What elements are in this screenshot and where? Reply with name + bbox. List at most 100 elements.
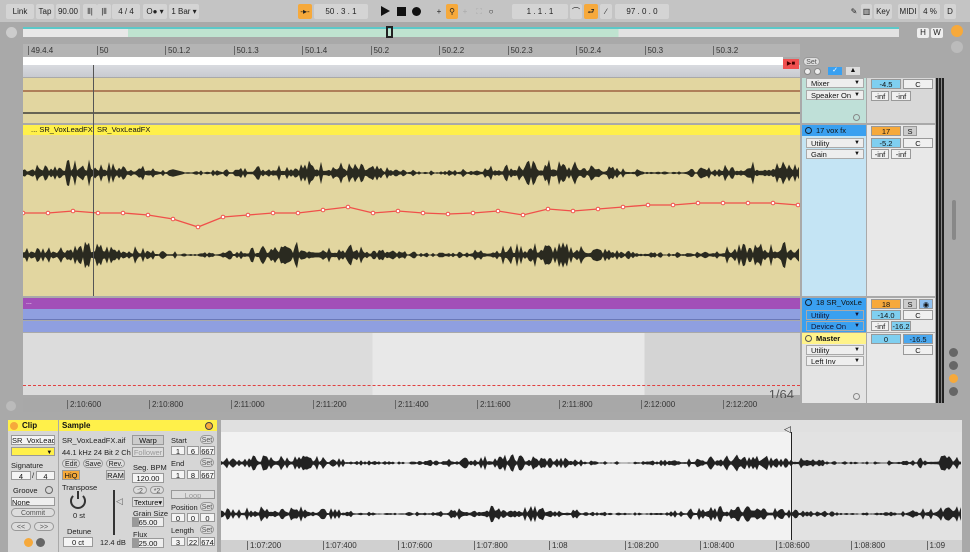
automation-point[interactable] xyxy=(95,210,101,216)
hiq-button[interactable]: HiQ xyxy=(62,470,80,480)
follower-button[interactable]: Follower xyxy=(132,447,164,457)
track-18-pan[interactable]: C xyxy=(903,310,933,320)
automation-point[interactable] xyxy=(370,210,376,216)
track-1-pan[interactable]: C xyxy=(903,79,933,89)
position-bar-field[interactable]: 0 xyxy=(171,513,185,523)
automation-point[interactable] xyxy=(270,210,276,216)
save-button[interactable]: Save xyxy=(83,459,103,468)
time-ruler-toggle-icon[interactable] xyxy=(6,401,16,411)
ram-button[interactable]: RAM xyxy=(106,470,125,480)
automation-point[interactable] xyxy=(745,200,751,206)
quantize-menu[interactable]: 1 Bar ▾ xyxy=(169,4,199,19)
master-cue-volume[interactable]: 0 xyxy=(871,334,901,344)
track-17-solo[interactable]: S xyxy=(903,126,917,136)
link-button[interactable]: Link xyxy=(6,4,34,19)
stop-button[interactable] xyxy=(397,7,406,16)
automation-point[interactable] xyxy=(445,211,451,217)
automation-arm-button[interactable]: ⚲ xyxy=(446,4,458,19)
automation-point[interactable] xyxy=(645,202,651,208)
re-enable-automation-button[interactable]: + xyxy=(460,4,470,19)
track-18-activator[interactable]: 18 xyxy=(871,299,901,309)
beat-time-ruler[interactable]: 49.4.4 50 50.1.2 50.1.3 50.1.4 50.2 50.2.2 50.2… xyxy=(23,44,800,57)
reverse-button[interactable]: Rev. xyxy=(106,459,125,468)
end-beat-field[interactable]: 8 xyxy=(187,470,199,480)
track-18-automation-lane[interactable] xyxy=(23,309,800,320)
flux-field[interactable]: 25.00 xyxy=(132,538,164,548)
track-17-lane[interactable] xyxy=(20,135,801,296)
position-beat-field[interactable]: 0 xyxy=(187,513,199,523)
seg-bpm-field[interactable]: 120.00 xyxy=(132,473,164,483)
start-beat-field[interactable]: 6 xyxy=(187,446,199,456)
half-tempo-button[interactable]: :2 xyxy=(133,486,147,495)
loop-start-field[interactable]: 1 . 1 . 1 xyxy=(512,4,568,19)
launch-toggle-icon[interactable] xyxy=(24,538,33,547)
nudge-up-button[interactable]: |⦀ xyxy=(97,4,111,19)
nudge-back-button[interactable]: << xyxy=(11,522,31,531)
gain-slider-handle-icon[interactable]: ◁ xyxy=(116,496,123,507)
track-1-lane[interactable] xyxy=(23,78,800,123)
automation-line[interactable] xyxy=(23,202,799,228)
record-button[interactable] xyxy=(412,7,421,16)
end-sixteenth-field[interactable]: 667 xyxy=(200,470,215,480)
track-18-title[interactable]: 18 SR_VoxLe xyxy=(816,298,862,308)
loop-length-field[interactable]: 97 . 0 . 0 xyxy=(615,4,669,19)
automation-point[interactable] xyxy=(570,208,576,214)
draw-mode-icon[interactable]: ✎ xyxy=(848,4,860,19)
clip-name-field[interactable]: SR_VoxLeadF xyxy=(11,435,55,445)
clip-header[interactable]: SR_VoxLeadFX xyxy=(93,125,800,135)
position-sixteenth-field[interactable]: 0 xyxy=(200,513,215,523)
start-sixteenth-field[interactable]: 667 xyxy=(200,446,215,456)
track-18-automation-lane-2[interactable] xyxy=(23,321,800,332)
length-sixteenth-field[interactable]: 674 xyxy=(200,537,215,547)
warp-button[interactable]: Warp xyxy=(132,435,164,445)
loop-button[interactable]: Loop xyxy=(171,490,215,500)
midi-map-button[interactable]: MIDI xyxy=(898,4,918,19)
end-bar-field[interactable]: 1 xyxy=(171,470,185,480)
computer-keyboard-icon[interactable]: ▥ xyxy=(861,4,872,19)
punch-in-button[interactable]: ⌒ xyxy=(570,4,582,19)
track-1-volume[interactable]: -4.5 xyxy=(871,79,901,89)
master-pan[interactable]: C xyxy=(903,345,933,355)
automation-point[interactable] xyxy=(245,212,251,218)
clip-view-toggle-icon[interactable] xyxy=(951,41,963,53)
master-param-chooser[interactable]: Left Inv ▼ xyxy=(806,356,864,366)
play-button[interactable] xyxy=(381,6,390,16)
automation-point[interactable] xyxy=(470,210,476,216)
automation-point[interactable] xyxy=(595,206,601,212)
signature-num-field[interactable]: 4 xyxy=(11,471,31,481)
automation-point[interactable] xyxy=(520,212,526,218)
song-position-field[interactable]: 50 . 3 . 1 xyxy=(314,4,368,19)
punch-marker-icon[interactable]: ▶■ xyxy=(783,59,799,69)
edit-button[interactable]: Edit xyxy=(62,459,80,468)
io-toggle-icon[interactable] xyxy=(949,348,958,357)
groove-chooser[interactable]: None xyxy=(11,497,55,507)
clip-color-chooser[interactable]: ▼ xyxy=(11,447,55,456)
overview-toggle-icon[interactable] xyxy=(6,27,17,38)
scrub-area[interactable] xyxy=(23,65,800,77)
length-beat-field[interactable]: 22 xyxy=(187,537,199,547)
track-18-fold-icon[interactable] xyxy=(805,299,812,306)
grain-size-field[interactable]: 65.00 xyxy=(132,517,164,527)
track-17-fold-icon[interactable] xyxy=(805,127,812,134)
lock-icon[interactable]: ▲ xyxy=(846,67,860,75)
automation-point[interactable] xyxy=(720,200,726,206)
signature-den-field[interactable]: 4 xyxy=(36,471,55,481)
length-set-button[interactable]: Set xyxy=(200,525,214,534)
track-17-pan[interactable]: C xyxy=(903,138,933,148)
automation-point[interactable] xyxy=(670,202,676,208)
automation-point[interactable] xyxy=(70,208,76,214)
sample-expand-icon[interactable] xyxy=(205,422,213,430)
prev-locator-icon[interactable] xyxy=(804,68,811,75)
warp-mode-chooser[interactable]: Texture▾ xyxy=(132,497,164,507)
automation-point[interactable] xyxy=(320,207,326,213)
automation-point[interactable] xyxy=(770,200,776,206)
track-17-volume[interactable]: -5.2 xyxy=(871,138,901,148)
master-lane-toggle-icon[interactable] xyxy=(853,393,860,400)
sends-toggle-icon[interactable] xyxy=(949,361,958,370)
automation-point[interactable] xyxy=(45,210,51,216)
optimize-width-button[interactable]: W xyxy=(931,28,943,38)
length-bar-field[interactable]: 3 xyxy=(171,537,185,547)
master-volume[interactable]: -16.5 xyxy=(903,334,933,344)
track-18-volume[interactable]: -14.0 xyxy=(871,310,901,320)
tap-button[interactable]: Tap xyxy=(36,4,54,19)
